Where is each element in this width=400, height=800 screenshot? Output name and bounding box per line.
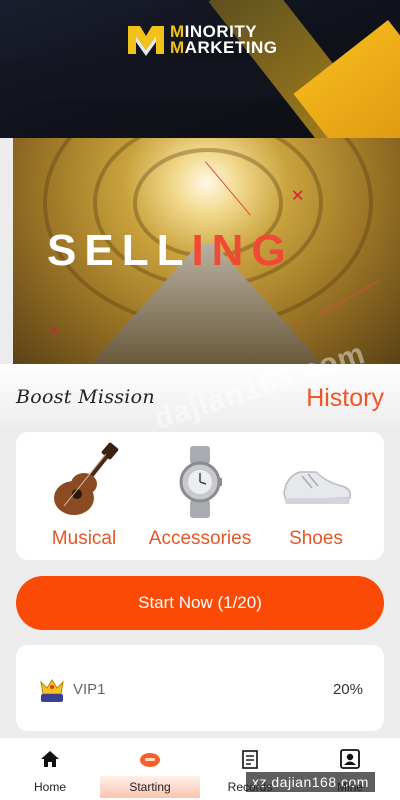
decor-x-icon: ✕	[291, 188, 305, 205]
bottom-nav: Home Starting Records Mine	[0, 738, 400, 800]
vip-percent: 20%	[332, 681, 363, 698]
nav-item-home[interactable]: Home	[0, 738, 100, 800]
brand-logo: MINORITY MARKETING	[126, 20, 277, 60]
decor-x-icon: ✕	[49, 324, 60, 338]
mission-title: Boost Mission	[16, 386, 155, 408]
watch-icon	[179, 446, 222, 518]
banner-headline: SELLING	[47, 226, 294, 275]
category-item-accessories[interactable]: Accessories	[145, 442, 255, 552]
profile-icon	[340, 749, 360, 769]
start-now-button[interactable]: Start Now (1/20)	[16, 576, 384, 630]
nav-label: Records	[227, 780, 273, 794]
logo-text: MINORITY MARKETING	[170, 23, 278, 57]
ukulele-icon	[54, 442, 119, 515]
vip-card: VIP1 20%	[16, 645, 384, 731]
history-link[interactable]: History	[306, 384, 384, 413]
promo-banner[interactable]: ✕ ✕ SELLING	[13, 138, 400, 364]
vip-level: VIP1	[73, 681, 106, 698]
nav-label: Mine	[336, 780, 363, 794]
sneaker-icon	[283, 471, 352, 504]
nav-item-starting[interactable]: Starting	[100, 738, 200, 800]
nav-label: Starting	[129, 780, 171, 794]
category-item-musical[interactable]: Musical	[29, 442, 139, 552]
category-card: Musical Accessories Shoes	[16, 432, 384, 560]
home-icon	[41, 751, 59, 767]
app-header: MINORITY MARKETING	[0, 0, 400, 138]
logo-line2: MARKETING	[170, 38, 278, 57]
category-item-shoes[interactable]: Shoes	[261, 442, 371, 552]
category-label: Musical	[51, 528, 117, 549]
logo-icon	[128, 26, 164, 56]
nav-label: Home	[33, 780, 66, 794]
records-icon	[242, 750, 258, 769]
category-label: Accessories	[148, 528, 252, 549]
category-label: Shoes	[289, 528, 343, 549]
starting-icon	[140, 753, 160, 767]
crown-icon	[40, 679, 64, 702]
